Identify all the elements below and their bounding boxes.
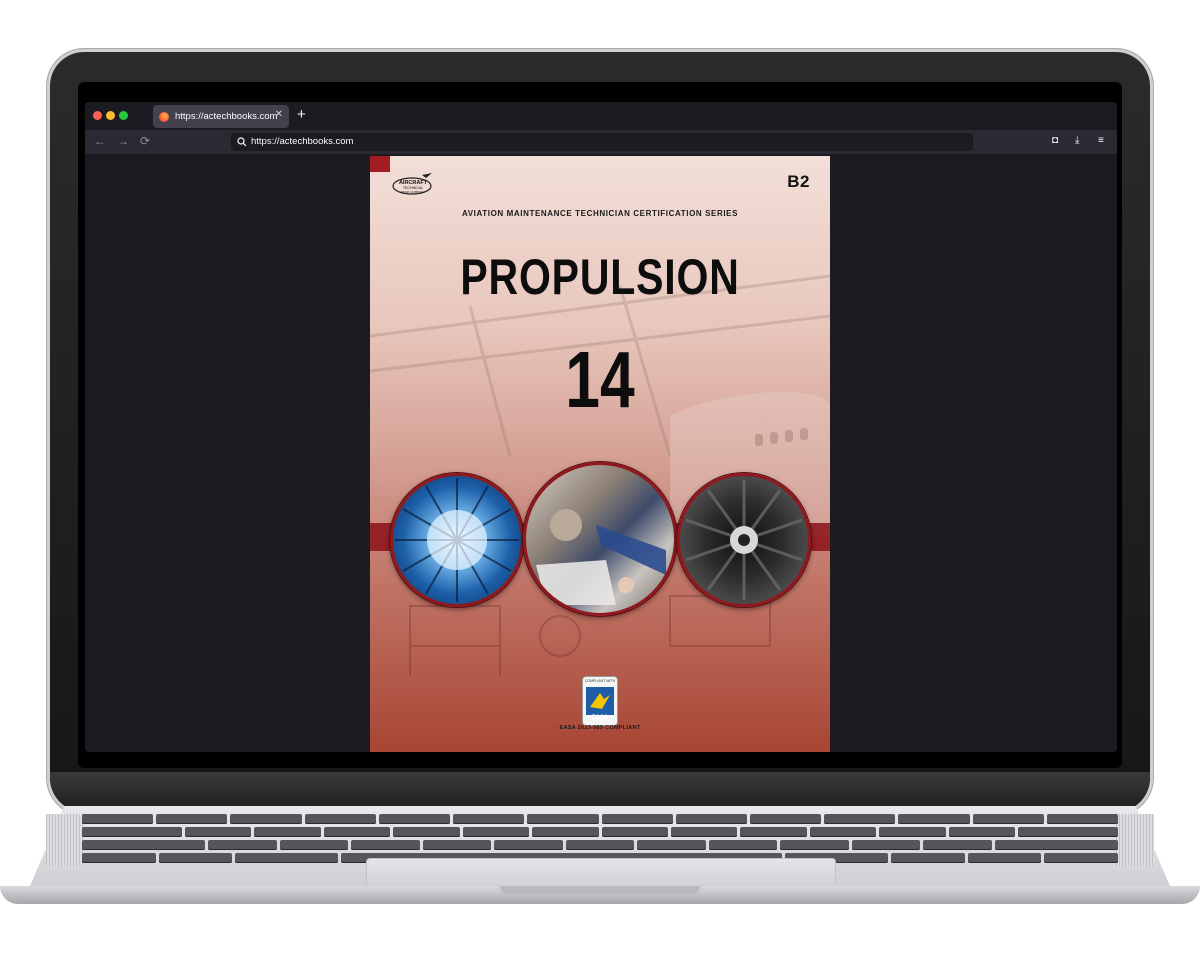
technicians-working-photo xyxy=(523,462,677,616)
turbofan-engine-photo xyxy=(677,473,811,607)
hamburger-menu-icon[interactable]: ≡ xyxy=(1098,135,1104,146)
forward-arrow-icon[interactable]: → xyxy=(117,134,129,148)
new-tab-button[interactable]: + xyxy=(297,107,306,123)
edition-label: B2 xyxy=(787,172,810,191)
url-bar[interactable]: https://actechbooks.com xyxy=(231,133,973,151)
svg-text:BOOK COMPANY: BOOK COMPANY xyxy=(401,190,425,194)
series-title: AVIATION MAINTENANCE TECHNICIAN CERTIFIC… xyxy=(461,209,739,218)
navigation-toolbar: ← → ⟳ https://actechbooks.com ◘ ⤓ ≡ xyxy=(85,130,1117,154)
close-window-button[interactable] xyxy=(93,111,102,120)
publisher-logo-icon: AIRCRAFT TECHNICAL BOOK COMPANY xyxy=(392,173,432,195)
download-icon[interactable]: ⤓ xyxy=(1075,135,1079,146)
easa-compliance-badge: COMPLIANT WITH EASA xyxy=(582,676,618,726)
lid-notch xyxy=(500,886,700,894)
fan-blades-photo xyxy=(390,473,524,607)
laptop-base xyxy=(0,806,1200,906)
speaker-grille-right xyxy=(1116,814,1154,866)
tab-bar: https://actechbooks.com ✕ + xyxy=(85,102,1117,130)
book-title: PROPULSION xyxy=(460,249,740,305)
page-viewport: AIRCRAFT TECHNICAL BOOK COMPANY B2 AVIAT… xyxy=(85,154,1117,752)
module-number: 14 xyxy=(565,335,635,424)
pocket-icon[interactable]: ◘ xyxy=(1052,135,1058,146)
close-tab-icon[interactable]: ✕ xyxy=(275,109,283,120)
keyboard xyxy=(82,814,1119,864)
back-arrow-icon[interactable]: ← xyxy=(94,134,106,148)
corner-accent xyxy=(370,156,390,172)
book-cover: AIRCRAFT TECHNICAL BOOK COMPANY B2 AVIAT… xyxy=(370,156,830,752)
browser-window: https://actechbooks.com ✕ + ← → ⟳ https:… xyxy=(85,102,1117,752)
url-text: https://actechbooks.com xyxy=(251,136,354,147)
tab-actechbooks[interactable]: https://actechbooks.com ✕ xyxy=(153,105,289,128)
reload-icon[interactable]: ⟳ xyxy=(140,134,150,148)
hangar-background-image xyxy=(370,274,830,676)
firefox-favicon-icon xyxy=(159,111,169,122)
maximize-window-button[interactable] xyxy=(119,111,128,120)
trackpad xyxy=(366,858,836,885)
tab-title: https://actechbooks.com xyxy=(175,111,278,122)
speaker-grille-left xyxy=(46,814,84,866)
easa-compliance-caption: EASA 2023-989 COMPLIANT xyxy=(559,725,641,731)
minimize-window-button[interactable] xyxy=(106,111,115,120)
easa-star-icon xyxy=(590,693,610,709)
search-icon xyxy=(237,137,247,147)
